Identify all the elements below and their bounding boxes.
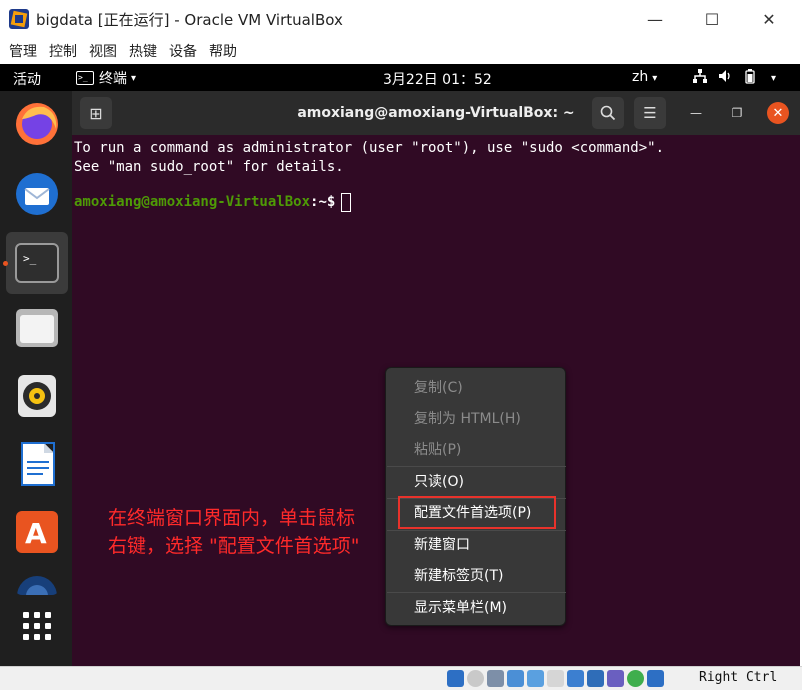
software-center-icon[interactable]: A — [14, 509, 60, 555]
network-icon — [692, 68, 708, 88]
output-line: See "man sudo_root" for details. — [74, 159, 344, 175]
terminal-header-bar[interactable]: amoxiang@amoxiang-VirtualBox: ~ ⊞ ☰ — ❐ … — [72, 91, 800, 135]
chevron-down-icon: ▾ — [652, 73, 658, 84]
thunderbird-icon[interactable] — [14, 171, 60, 217]
terminal-output: To run a command as administrator (user … — [74, 139, 664, 177]
system-menu[interactable]: ▾ — [692, 68, 776, 88]
app-menu[interactable]: >_ 终端 ▾ — [76, 68, 136, 88]
ubuntu-dock: >_ A — [0, 91, 72, 666]
menu-item-copy[interactable]: 复制(C) — [414, 377, 463, 399]
host-key-label: Right Ctrl — [699, 670, 778, 685]
menu-item-new-tab[interactable]: 新建标签页(T) — [414, 565, 503, 587]
new-tab-button[interactable]: ⊞ — [80, 97, 112, 129]
menu-devices[interactable]: 设备 — [164, 41, 202, 61]
search-button[interactable] — [592, 97, 624, 129]
menu-control[interactable]: 控制 — [44, 41, 82, 61]
prompt-path: :~$ — [310, 194, 336, 210]
annotation-line: 在终端窗口界面内，单击鼠标 — [108, 507, 356, 529]
device-indicators — [447, 670, 664, 687]
instruction-annotation: 在终端窗口界面内，单击鼠标 右键，选择 "配置文件首选项" — [108, 504, 360, 560]
menu-item-new-window[interactable]: 新建窗口 — [414, 534, 470, 556]
annotation-line: 右键，选择 "配置文件首选项" — [108, 535, 360, 557]
network-adapter-icon[interactable] — [507, 670, 524, 687]
menu-item-read-only[interactable]: 只读(O) — [414, 471, 464, 493]
maximize-button[interactable]: ☐ — [689, 0, 735, 38]
virtualbox-app-icon — [9, 9, 29, 29]
shared-folders-icon[interactable] — [547, 670, 564, 687]
menu-separator — [387, 530, 566, 531]
context-menu: 复制(C) 复制为 HTML(H) 粘贴(P) 只读(O) 配置文件首选项(P)… — [385, 367, 566, 626]
menu-item-copy-html[interactable]: 复制为 HTML(H) — [414, 408, 521, 430]
app-menu-label: 终端 — [99, 71, 127, 87]
chevron-down-icon: ▾ — [131, 72, 137, 84]
mouse-integration-icon[interactable] — [627, 670, 644, 687]
svg-text:>_: >_ — [23, 252, 37, 265]
vbox-status-bar: Right Ctrl — [0, 666, 802, 690]
search-icon — [600, 105, 616, 121]
shell-prompt[interactable]: amoxiang@amoxiang-VirtualBox:~$ — [74, 193, 352, 212]
menu-manage[interactable]: 管理 — [4, 41, 42, 61]
window-title: bigdata [正在运行] - Oracle VM VirtualBox — [36, 10, 343, 29]
clock[interactable]: 3月22日 01：52 — [383, 69, 492, 89]
close-button[interactable]: ✕ — [746, 0, 792, 38]
terminal-maximize-button[interactable]: ❐ — [727, 103, 747, 123]
recording-icon[interactable] — [587, 670, 604, 687]
input-method-indicator[interactable]: zh ▾ — [632, 69, 657, 85]
battery-icon — [742, 68, 758, 88]
optical-drive-icon[interactable] — [467, 670, 484, 687]
gnome-top-bar: 活动 >_ 终端 ▾ 3月22日 01：52 zh ▾ ▾ — [0, 64, 800, 91]
volume-icon — [717, 68, 733, 88]
show-apps-icon[interactable] — [14, 603, 60, 649]
vbox-title-bar: bigdata [正在运行] - Oracle VM VirtualBox — … — [0, 0, 802, 38]
menu-help[interactable]: 帮助 — [204, 41, 242, 61]
terminal-close-button[interactable]: ✕ — [767, 102, 789, 124]
output-line: To run a command as administrator (user … — [74, 140, 665, 156]
cpu-icon[interactable] — [607, 670, 624, 687]
hard-disk-icon[interactable] — [447, 670, 464, 687]
highlight-box — [398, 496, 556, 529]
keyboard-capture-icon[interactable] — [647, 670, 664, 687]
minimize-button[interactable]: — — [632, 0, 678, 38]
running-indicator — [3, 261, 8, 266]
rhythmbox-icon[interactable] — [14, 373, 60, 419]
writer-icon[interactable] — [14, 441, 60, 487]
chevron-down-icon: ▾ — [771, 72, 777, 84]
terminal-minimize-button[interactable]: — — [686, 103, 706, 123]
guest-display[interactable]: 活动 >_ 终端 ▾ 3月22日 01：52 zh ▾ ▾ >_ A amoxi… — [0, 64, 800, 666]
usb-icon[interactable] — [527, 670, 544, 687]
menu-separator — [387, 592, 566, 593]
help-icon[interactable] — [14, 573, 60, 595]
firefox-icon[interactable] — [14, 101, 60, 147]
menu-separator — [387, 466, 566, 467]
text-cursor — [341, 193, 352, 212]
menu-item-paste[interactable]: 粘贴(P) — [414, 439, 461, 461]
terminal-dock-slot[interactable]: >_ — [6, 232, 68, 294]
menu-item-show-menubar[interactable]: 显示菜单栏(M) — [414, 597, 507, 619]
audio-icon[interactable] — [487, 670, 504, 687]
svg-text:A: A — [25, 517, 47, 550]
display-icon[interactable] — [567, 670, 584, 687]
menu-hotkeys[interactable]: 热键 — [124, 41, 162, 61]
hamburger-menu-button[interactable]: ☰ — [634, 97, 666, 129]
files-icon[interactable] — [14, 305, 60, 351]
terminal-app-icon: >_ — [76, 71, 94, 85]
prompt-user-host: amoxiang@amoxiang-VirtualBox — [74, 194, 311, 210]
menu-view[interactable]: 视图 — [84, 41, 122, 61]
vbox-menu-bar: 管理 控制 视图 热键 设备 帮助 — [0, 38, 802, 64]
activities-button[interactable]: 活动 — [13, 69, 41, 89]
